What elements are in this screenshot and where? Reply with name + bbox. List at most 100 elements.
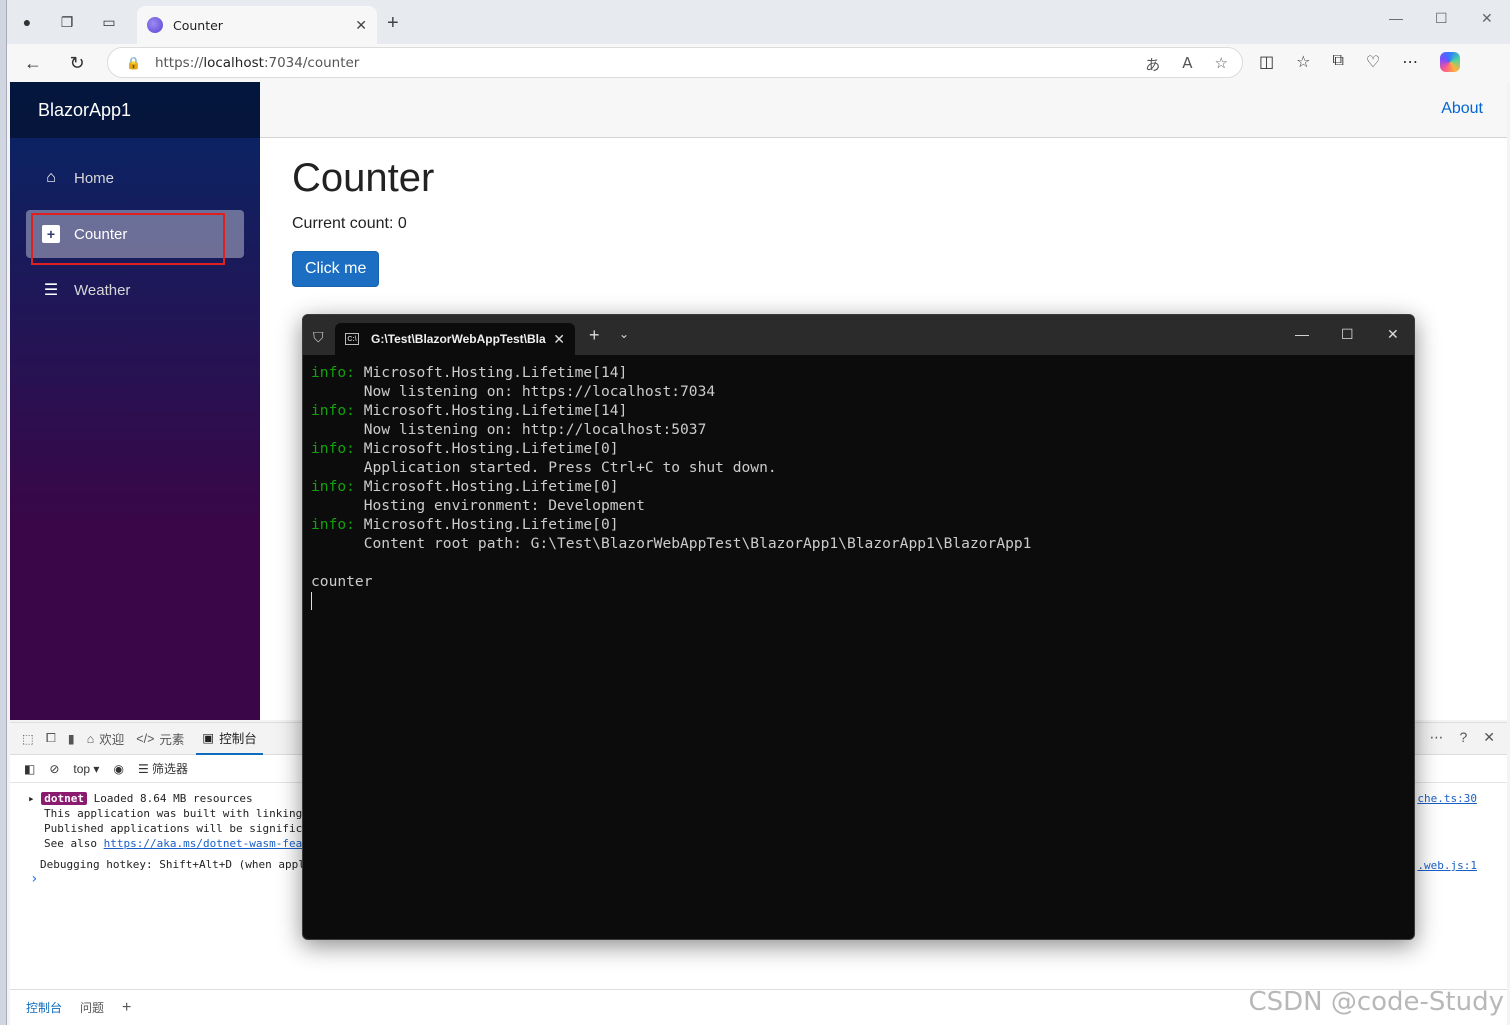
- console-text: See also: [44, 837, 104, 850]
- more-icon[interactable]: ⋯: [1429, 729, 1443, 746]
- inspect-icon[interactable]: ⬚: [22, 731, 34, 746]
- more-icon[interactable]: ⋯: [1402, 52, 1418, 72]
- drawer-tab-issues[interactable]: 问题: [80, 999, 104, 1016]
- tab-console[interactable]: ▣ 控制台: [196, 723, 263, 755]
- blazor-favicon-icon: [147, 17, 163, 33]
- console-text: Loaded 8.64 MB resources: [93, 792, 253, 805]
- shield-icon: ⛉: [313, 329, 324, 345]
- chevron-down-icon[interactable]: ⌄: [619, 327, 629, 341]
- browser-tab-counter[interactable]: Counter ✕: [137, 6, 377, 44]
- new-tab-icon[interactable]: +: [589, 325, 600, 346]
- terminal-tab[interactable]: C:\ G:\Test\BlazorWebAppTest\Bla ✕: [335, 323, 575, 355]
- terminal-output[interactable]: info: Microsoft.Hosting.Lifetime[14] Now…: [303, 355, 1414, 618]
- maximize-icon[interactable]: ☐: [1341, 326, 1354, 343]
- log-text: Microsoft.Hosting.Lifetime[14]: [354, 402, 628, 419]
- profile-icon[interactable]: ●: [15, 10, 39, 34]
- sidebar: BlazorApp1 ⌂ Home + Counter ☰ Weather: [10, 82, 260, 720]
- filter-input[interactable]: ☰ 筛选器: [138, 760, 188, 777]
- terminal-line: info: Microsoft.Hosting.Lifetime[0]: [311, 515, 1406, 534]
- log-level: info:: [311, 364, 355, 381]
- terminal-line: info: Microsoft.Hosting.Lifetime[14]: [311, 363, 1406, 382]
- translate-icon[interactable]: あ: [1145, 54, 1160, 75]
- log-text: Microsoft.Hosting.Lifetime[0]: [354, 440, 619, 457]
- workspaces-icon[interactable]: ❐: [55, 10, 79, 34]
- terminal-window: ⛉ C:\ G:\Test\BlazorWebAppTest\Bla ✕ + ⌄…: [302, 314, 1415, 940]
- address-bar[interactable]: 🔒 https://localhost:7034/counter あ A ☆: [107, 47, 1243, 78]
- terminal-line: info: Microsoft.Hosting.Lifetime[14]: [311, 401, 1406, 420]
- favorite-star-icon[interactable]: ☆: [1215, 54, 1228, 75]
- nav-item-home[interactable]: ⌂ Home: [26, 154, 244, 202]
- nav-label: Weather: [74, 281, 131, 299]
- tab-label: 控制台: [219, 732, 257, 746]
- lock-icon: 🔒: [126, 55, 141, 70]
- terminal-line: info: Microsoft.Hosting.Lifetime[0]: [311, 477, 1406, 496]
- minimize-icon[interactable]: —: [1389, 10, 1403, 26]
- refresh-icon[interactable]: ↻: [63, 50, 91, 76]
- tab-welcome[interactable]: ⌂ 欢迎: [87, 729, 125, 748]
- console-icon: ▣: [202, 731, 215, 745]
- tab-actions-icon[interactable]: ▭: [97, 10, 121, 34]
- nav-item-weather[interactable]: ☰ Weather: [26, 266, 244, 314]
- nav-label: Home: [74, 169, 115, 187]
- log-text: Application started. Press Ctrl+C to shu…: [311, 459, 777, 476]
- log-text: Now listening on: http://localhost:5037: [311, 421, 707, 438]
- favorites-icon[interactable]: ☆: [1296, 52, 1310, 72]
- list-icon: ☰: [43, 282, 59, 299]
- close-window-icon[interactable]: ✕: [1387, 326, 1399, 343]
- tab-elements[interactable]: </> 元素: [136, 729, 184, 748]
- close-tab-icon[interactable]: ✕: [355, 17, 367, 34]
- terminal-line: Application started. Press Ctrl+C to shu…: [311, 458, 1406, 477]
- about-link[interactable]: About: [1441, 100, 1483, 118]
- performance-icon[interactable]: ♡: [1366, 52, 1380, 72]
- read-aloud-icon[interactable]: A: [1182, 54, 1192, 75]
- dock-icon[interactable]: ▮: [68, 731, 75, 746]
- top-row: About: [260, 82, 1507, 138]
- close-window-icon[interactable]: ✕: [1481, 10, 1493, 27]
- sidebar-toggle-icon[interactable]: ◧: [24, 762, 35, 776]
- terminal-line: [311, 553, 1406, 572]
- click-me-button[interactable]: Click me: [292, 251, 380, 287]
- terminal-line: counter: [311, 572, 1406, 591]
- url-prefix: https://: [154, 54, 204, 71]
- filter-placeholder: 筛选器: [152, 762, 189, 776]
- clear-console-icon[interactable]: ⊘: [49, 762, 59, 776]
- drawer-tab-console[interactable]: 控制台: [26, 999, 62, 1016]
- back-icon[interactable]: ←: [19, 50, 47, 76]
- minimize-icon[interactable]: —: [1295, 326, 1309, 342]
- source-link[interactable]: che.ts:30: [1417, 792, 1477, 805]
- log-text: Microsoft.Hosting.Lifetime[0]: [354, 478, 619, 495]
- terminal-line: Now listening on: http://localhost:5037: [311, 420, 1406, 439]
- home-icon: ⌂: [86, 731, 95, 746]
- main-content: Counter Current count: 0 Click me: [292, 156, 434, 287]
- terminal-tab-title: G:\Test\BlazorWebAppTest\Bla: [371, 332, 546, 346]
- terminal-line: Hosting environment: Development: [311, 496, 1406, 515]
- context-select[interactable]: top ▾: [73, 762, 99, 776]
- terminal-titlebar: ⛉ C:\ G:\Test\BlazorWebAppTest\Bla ✕ + ⌄…: [303, 315, 1414, 355]
- help-icon[interactable]: ?: [1459, 729, 1467, 746]
- wasm-link[interactable]: https://aka.ms/dotnet-wasm-feat: [104, 837, 309, 850]
- close-tab-icon[interactable]: ✕: [553, 331, 565, 348]
- tab-strip: ● ❐ ▭ Counter ✕ + — ☐ ✕: [7, 0, 1510, 44]
- brand-link[interactable]: BlazorApp1: [38, 100, 131, 121]
- url-host: localhost: [203, 54, 264, 71]
- context-value: top: [73, 761, 91, 776]
- terminal-line: Now listening on: https://localhost:7034: [311, 382, 1406, 401]
- home-icon: ⌂: [46, 169, 56, 186]
- log-level: info:: [311, 478, 355, 495]
- close-devtools-icon[interactable]: ✕: [1483, 729, 1495, 746]
- copilot-icon[interactable]: [1440, 52, 1461, 72]
- console-app-icon: C:\: [345, 333, 359, 345]
- log-text: Microsoft.Hosting.Lifetime[0]: [354, 516, 619, 533]
- device-emulation-icon[interactable]: ⧠: [46, 731, 56, 746]
- source-link[interactable]: .web.js:1: [1417, 859, 1477, 872]
- log-text: Now listening on: https://localhost:7034: [311, 383, 716, 400]
- page-title: Counter: [292, 156, 435, 200]
- live-expression-icon[interactable]: ◉: [113, 762, 123, 776]
- split-screen-icon[interactable]: ◫: [1259, 52, 1274, 72]
- log-text: Hosting environment: Development: [311, 497, 645, 514]
- log-text: Content root path: G:\Test\BlazorWebAppT…: [311, 535, 1032, 552]
- maximize-icon[interactable]: ☐: [1435, 10, 1448, 27]
- collections-icon[interactable]: ⧉: [1332, 52, 1343, 72]
- add-drawer-tab-icon[interactable]: +: [122, 999, 131, 1017]
- new-tab-icon[interactable]: +: [387, 12, 399, 35]
